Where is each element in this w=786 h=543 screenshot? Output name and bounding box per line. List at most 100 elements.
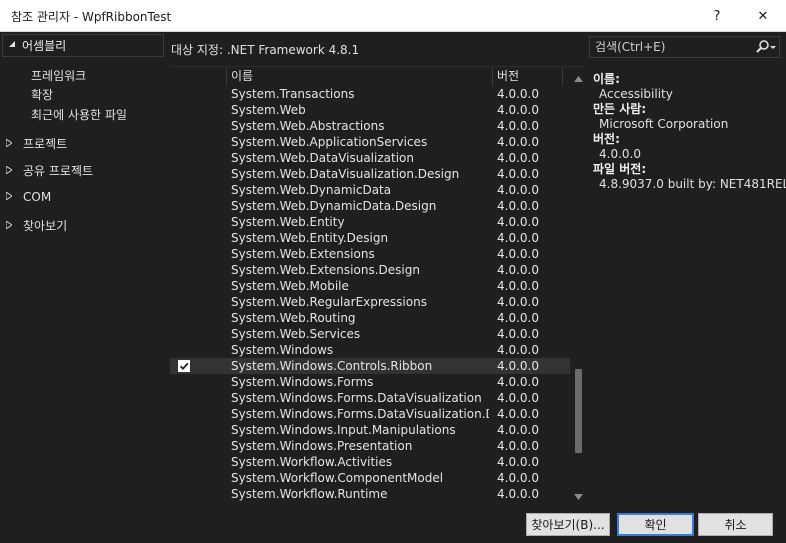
row-checkbox[interactable] [178,488,190,500]
table-row[interactable]: System.Windows.Presentation 4.0.0.0 [170,438,570,454]
row-checkbox[interactable] [178,472,190,484]
row-name: System.Windows.Presentation [231,439,413,453]
row-name: System.Web.DynamicData [231,183,392,197]
table-row[interactable]: System.Web.Routing 4.0.0.0 [170,310,570,326]
tree-node-extensions[interactable]: 확장 [31,86,53,103]
table-row[interactable]: System.Web.DataVisualization.Design 4.0.0… [170,166,570,182]
table-row[interactable]: System.Web 4.0.0.0 [170,102,570,118]
table-row[interactable]: System.Web.ApplicationServices 4.0.0.0 [170,134,570,150]
row-checkbox[interactable] [178,88,190,100]
tree-node-recent[interactable]: 최근에 사용한 파일 [31,106,127,123]
table-row[interactable]: System.Workflow.Runtime 4.0.0.0 [170,486,570,502]
table-row[interactable]: System.Workflow.Activities 4.0.0.0 [170,454,570,470]
row-checkbox[interactable] [178,184,190,196]
help-button[interactable]: ? [694,0,740,32]
row-checkbox[interactable] [178,104,190,116]
row-checkbox[interactable] [178,216,190,228]
row-checkbox[interactable] [178,232,190,244]
cancel-button[interactable]: 취소 [698,513,773,536]
row-checkbox[interactable] [178,424,190,436]
collapsed-triangle-icon[interactable] [5,164,23,176]
table-row[interactable]: System.Web.DataVisualization 4.0.0.0 [170,150,570,166]
table-row[interactable]: System.Windows.Input.Manipulations 4.0.0.… [170,422,570,438]
row-checkbox[interactable] [178,296,190,308]
collapsed-triangle-icon[interactable] [5,191,23,202]
row-checkbox[interactable] [178,312,190,324]
table-row[interactable]: System.Web.RegularExpressions 4.0.0.0 [170,294,570,310]
row-checkbox[interactable] [178,248,190,260]
row-checkbox[interactable] [178,392,190,404]
row-name: System.Web.Entity.Design [231,231,389,245]
tree-node-projects[interactable]: 프로젝트 [5,135,67,152]
table-row[interactable]: System.Web.Extensions.Design 4.0.0.0 [170,262,570,278]
table-row[interactable]: System.Windows.Forms 4.0.0.0 [170,374,570,390]
tree-node-com[interactable]: COM [5,190,51,204]
row-checkbox[interactable] [178,280,190,292]
row-version: 4.0.0.0 [497,103,539,117]
tree-node-framework[interactable]: 프레임워크 [31,67,86,84]
search-input[interactable] [590,37,750,57]
row-checkbox[interactable] [178,264,190,276]
column-header-name[interactable]: 이름 [227,67,493,86]
list-header: 이름 버전 [170,67,570,86]
close-button[interactable]: ✕ [740,0,786,32]
search-icon[interactable] [753,39,779,55]
table-row[interactable]: System.Windows.Controls.Ribbon 4.0.0.0 [170,358,570,374]
row-name: System.Web [231,103,306,117]
table-row[interactable]: System.Transactions 4.0.0.0 [170,86,570,102]
row-checkbox[interactable] [178,200,190,212]
collapsed-triangle-icon[interactable] [5,219,23,231]
table-row[interactable]: System.Windows 4.0.0.0 [170,342,570,358]
column-header-check[interactable] [170,67,227,86]
table-row[interactable]: System.Web.DynamicData.Design 4.0.0.0 [170,198,570,214]
table-row[interactable]: System.Web.Mobile 4.0.0.0 [170,278,570,294]
table-row[interactable]: System.Workflow.ComponentModel 4.0.0.0 [170,470,570,486]
detail-name-label: 이름: [593,72,620,86]
scroll-up-arrow-icon[interactable] [574,71,583,85]
detail-name-value: Accessibility [599,87,673,101]
row-checkbox[interactable] [178,328,190,340]
collapsed-triangle-icon[interactable] [5,137,23,149]
row-name: System.Web.Abstractions [231,119,385,133]
search-box[interactable] [589,36,780,58]
expanded-triangle-icon[interactable] [8,40,22,51]
table-row[interactable]: System.Web.Abstractions 4.0.0.0 [170,118,570,134]
tree-node-label: 공유 프로젝트 [23,164,94,178]
row-checkbox[interactable] [178,360,190,372]
scroll-down-arrow-icon[interactable] [574,489,583,503]
column-header-version[interactable]: 버전 [493,67,563,86]
row-checkbox[interactable] [178,456,190,468]
row-checkbox[interactable] [178,120,190,132]
row-version: 4.0.0.0 [497,151,539,165]
row-checkbox[interactable] [178,168,190,180]
table-row[interactable]: System.Windows.Forms.DataVisualization.D… [170,406,570,422]
ok-button[interactable]: 확인 [617,513,694,536]
row-version: 4.0.0.0 [497,295,539,309]
row-checkbox[interactable] [178,440,190,452]
table-row[interactable]: System.Web.Extensions 4.0.0.0 [170,246,570,262]
row-name: System.Windows.Forms [231,375,374,389]
tree-node-browse[interactable]: 찾아보기 [5,217,67,234]
table-row[interactable]: System.Web.Entity 4.0.0.0 [170,214,570,230]
row-checkbox[interactable] [178,344,190,356]
row-name: System.Web.DynamicData.Design [231,199,437,213]
row-checkbox[interactable] [178,136,190,148]
list-body: System.Transactions 4.0.0.0 System.Web 4.0.… [170,86,570,502]
tree-node-assemblies[interactable]: 어셈블리 [2,34,164,57]
scrollbar-thumb[interactable] [575,369,582,453]
table-row[interactable]: System.Web.Services 4.0.0.0 [170,326,570,342]
vertical-scrollbar[interactable] [570,67,587,503]
tree-node-shared-projects[interactable]: 공유 프로젝트 [5,162,94,179]
table-row[interactable]: System.Web.DynamicData 4.0.0.0 [170,182,570,198]
table-row[interactable]: System.Web.Entity.Design 4.0.0.0 [170,230,570,246]
row-checkbox[interactable] [178,408,190,420]
browse-button[interactable]: 찾아보기(B)... [526,513,610,536]
table-row[interactable]: System.Windows.Forms.DataVisualization 4.… [170,390,570,406]
checkmark-icon [178,360,190,372]
row-checkbox[interactable] [178,152,190,164]
row-name: System.Web.RegularExpressions [231,295,427,309]
detail-file-version-value: 4.8.9037.0 built by: NET481REL1 [599,177,786,191]
target-framework-label: 대상 지정: .NET Framework 4.8.1 [171,43,360,57]
tree-node-label: 어셈블리 [22,39,67,53]
row-checkbox[interactable] [178,376,190,388]
